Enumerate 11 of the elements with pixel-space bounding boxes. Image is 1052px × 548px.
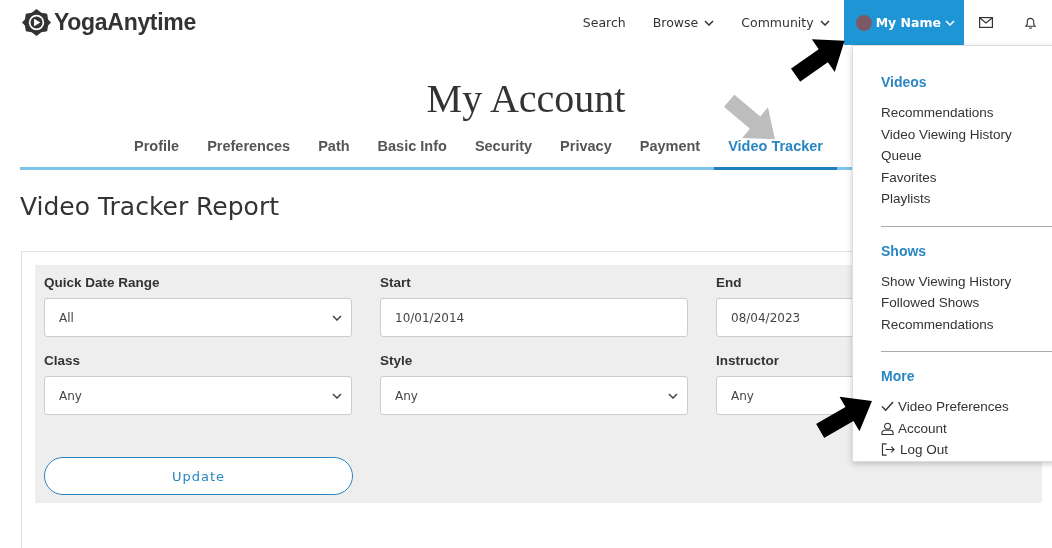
menu-heading: Shows: [881, 242, 928, 259]
menu-heading: Videos: [881, 74, 928, 90]
menu-heading: More: [881, 368, 916, 384]
page-title: My Account: [426, 75, 626, 122]
field-label: Class: [44, 353, 81, 368]
field-label: End: [716, 275, 742, 290]
field-label: Style: [380, 353, 413, 368]
field-label: Start: [380, 275, 411, 290]
field-label: Quick Date Range: [44, 275, 160, 290]
report-title: Video Tracker Report: [20, 192, 279, 221]
field-label: Instructor: [716, 353, 779, 368]
